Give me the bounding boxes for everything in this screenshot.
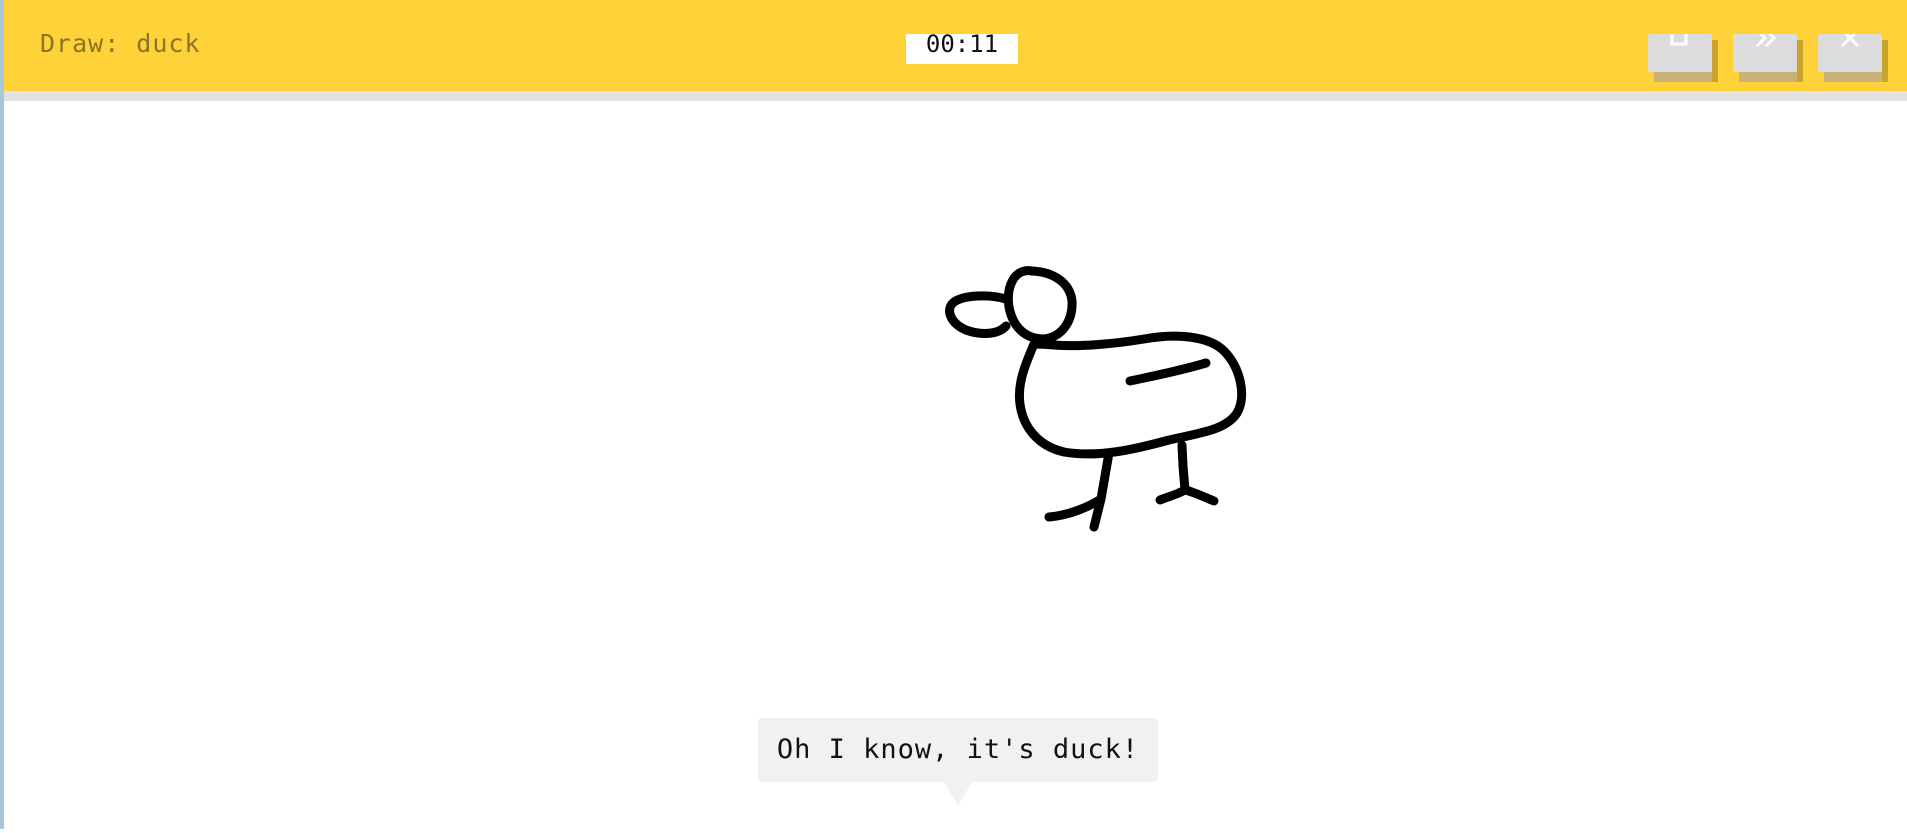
guess-bubble: Oh I know, it's duck! bbox=[758, 718, 1158, 782]
skip-icon bbox=[1755, 34, 1777, 48]
timer-display: 00:11 bbox=[906, 34, 1018, 64]
clear-icon bbox=[1670, 34, 1688, 46]
close-icon bbox=[1840, 34, 1860, 48]
draw-prompt: Draw: duck bbox=[40, 29, 201, 58]
close-button[interactable] bbox=[1818, 34, 1888, 82]
bubble-tail bbox=[944, 782, 972, 806]
header-bar: Draw: duck 00:11 bbox=[4, 0, 1907, 91]
clear-button[interactable] bbox=[1648, 34, 1718, 82]
header-divider bbox=[4, 91, 1907, 101]
skip-button[interactable] bbox=[1733, 34, 1803, 82]
